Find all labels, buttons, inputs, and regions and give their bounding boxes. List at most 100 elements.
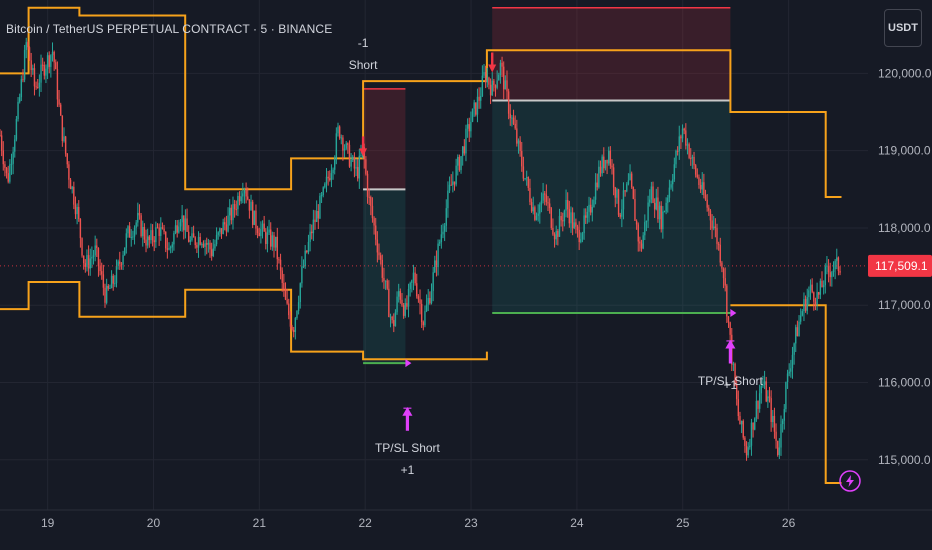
candle-body [105, 285, 108, 303]
candle-body [133, 227, 136, 237]
candle-body [713, 226, 715, 229]
candle-body [220, 228, 223, 235]
candle-body [58, 99, 60, 105]
candle-body [691, 156, 694, 159]
candle-body [55, 62, 57, 70]
candle-body [109, 288, 111, 290]
candle-body [683, 128, 685, 131]
candle-body [514, 123, 516, 129]
candle-body [214, 244, 216, 249]
candle-body [196, 245, 198, 248]
cover-arrow-1 [402, 406, 413, 431]
candle-body [780, 424, 782, 448]
x-tick-label: 25 [676, 516, 690, 530]
candle-body [217, 232, 219, 235]
candle-body [265, 231, 267, 244]
candle-body [473, 102, 475, 109]
candle-body [729, 322, 731, 335]
candle-body [458, 156, 461, 171]
candle-body [266, 232, 269, 244]
candle-body [381, 259, 383, 278]
candle-body [412, 272, 415, 281]
candle-body [522, 166, 525, 179]
candle-body [790, 368, 792, 372]
candle-body [376, 239, 379, 253]
candle-body [169, 247, 172, 249]
candle-body [637, 224, 639, 242]
candle-body [7, 173, 9, 182]
candle-body [772, 415, 774, 422]
candle-body [335, 133, 338, 159]
candle-body [191, 233, 193, 241]
candle-body [598, 166, 600, 188]
exit-marker-2 [730, 308, 737, 317]
candle-body [242, 193, 244, 197]
candle-body [120, 263, 123, 265]
candle-body [566, 200, 569, 210]
candle-body [86, 255, 88, 267]
candle-body [562, 220, 564, 222]
candle-body [801, 311, 804, 316]
candle-body [699, 185, 702, 190]
candle-body [818, 292, 820, 295]
price-chart[interactable]: -1ShortTP/SL Short+1-1ShortTP/SL Short+1… [0, 0, 932, 550]
candle-body [388, 288, 390, 317]
candle-body [406, 303, 408, 307]
candle-body [496, 80, 498, 88]
candle-body [238, 196, 241, 202]
entry-side-label-1: Short [349, 58, 378, 72]
candle-body [432, 272, 434, 291]
candle-body [804, 299, 807, 311]
candle-body [716, 227, 718, 244]
candle-body [15, 119, 18, 140]
candle-body [539, 204, 541, 214]
candle-body [749, 445, 751, 448]
candle-body [834, 260, 836, 270]
candle-body [250, 201, 252, 211]
candle-body [5, 167, 8, 174]
candle-body [509, 113, 511, 119]
candle-body [563, 210, 566, 222]
candle-body [122, 255, 124, 265]
candle-body [219, 228, 221, 233]
candle-body [150, 230, 152, 241]
candle-body [608, 150, 610, 164]
candle-body [430, 290, 433, 304]
candle-body [384, 280, 387, 282]
candle-body [325, 176, 328, 184]
candle-body [330, 173, 333, 180]
candle-body [629, 173, 631, 181]
candle-body [709, 210, 712, 221]
candle-body [107, 285, 109, 289]
currency-button[interactable]: USDT [884, 9, 922, 47]
lightning-bolt-icon[interactable] [839, 470, 861, 492]
candle-body [708, 207, 710, 211]
candle-body [329, 178, 331, 180]
candle-body [580, 239, 582, 243]
candle-body [837, 257, 840, 271]
candle-body [596, 182, 598, 188]
candle-body [158, 227, 160, 236]
candle-body [71, 186, 73, 190]
candle-body [284, 288, 287, 300]
candle-body [224, 222, 226, 225]
candle-body [550, 208, 552, 228]
candle-body [248, 199, 251, 211]
candle-body [557, 231, 559, 237]
candle-body [347, 143, 349, 145]
x-tick-label: 19 [41, 516, 55, 530]
candle-body [66, 153, 68, 165]
candle-body [686, 144, 689, 146]
candle-body [540, 200, 543, 205]
candle-body [375, 225, 377, 240]
candle-body [23, 49, 26, 80]
candle-body [752, 422, 754, 430]
symbol-title[interactable]: Bitcoin / TetherUS PERPETUAL CONTRACT · … [6, 22, 332, 36]
candle-body [407, 288, 410, 307]
candle-body [322, 187, 324, 196]
candle-body [60, 104, 62, 116]
candle-body [101, 271, 103, 275]
candle-body [773, 415, 776, 432]
candle-body [25, 42, 27, 50]
candle-body [232, 204, 234, 221]
